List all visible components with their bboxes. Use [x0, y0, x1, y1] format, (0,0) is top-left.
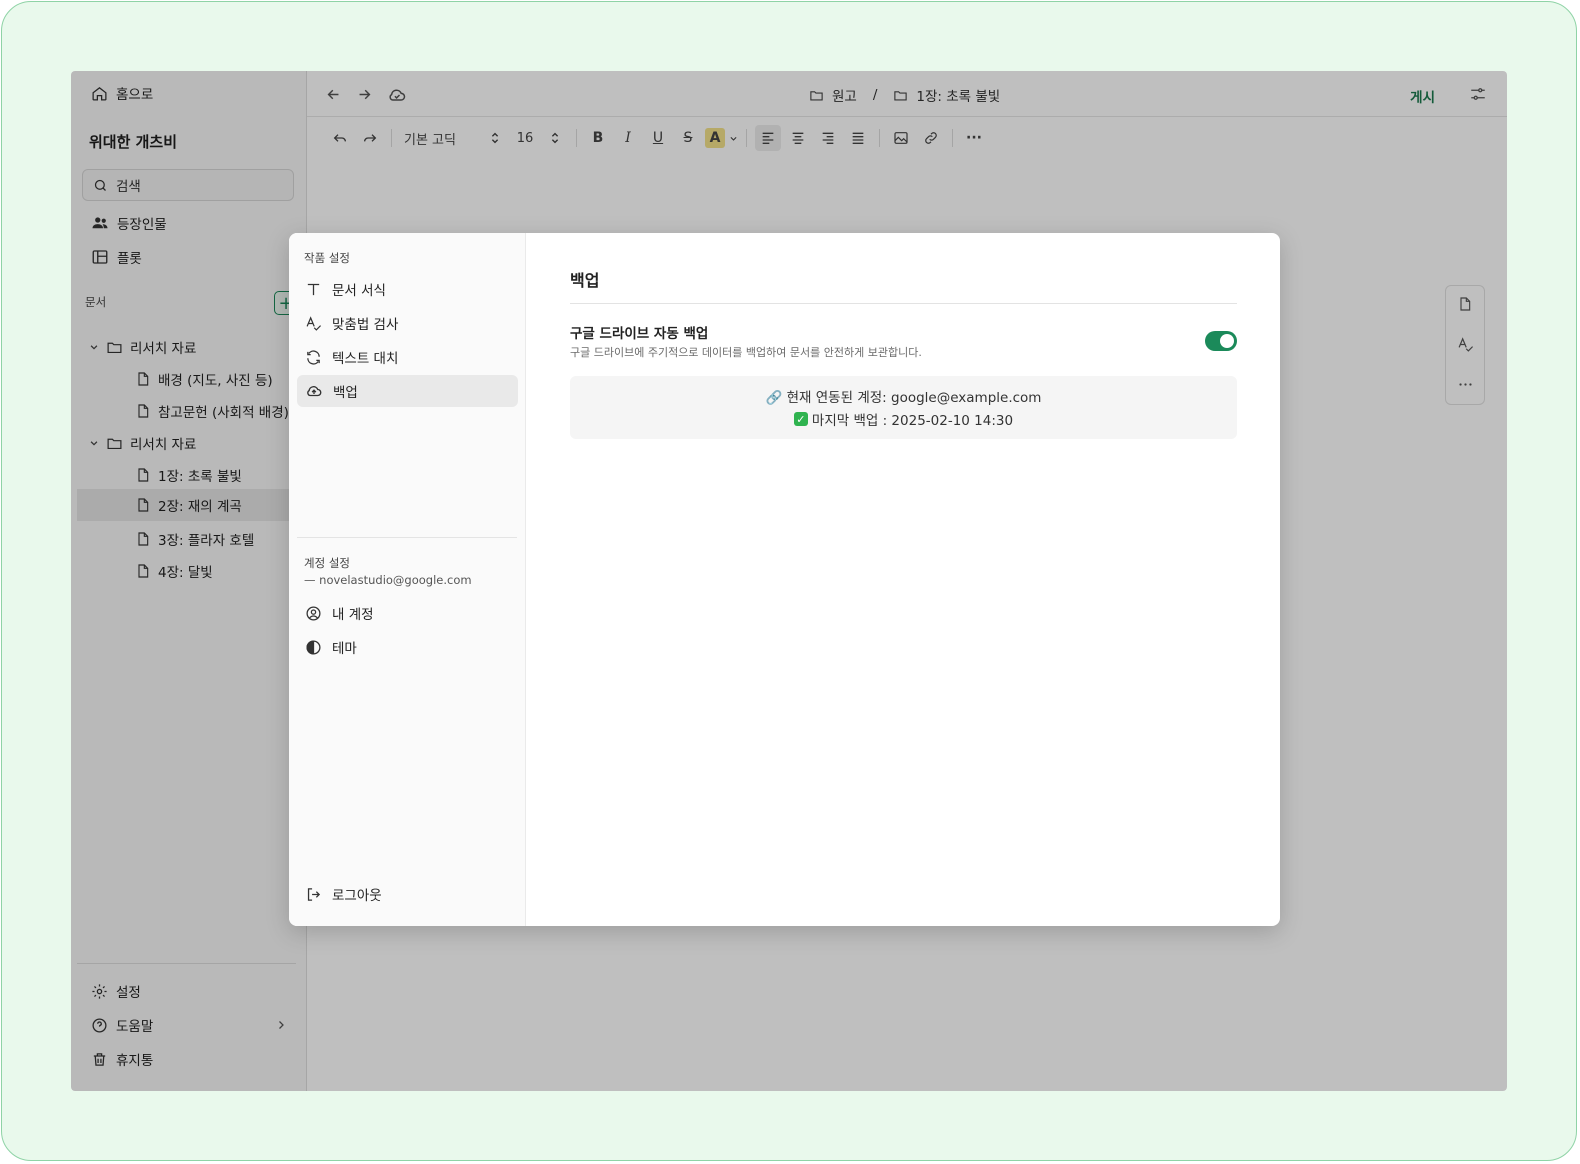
- settings-item-my-account[interactable]: 내 계정: [297, 597, 518, 629]
- settings-item-backup[interactable]: 백업: [297, 375, 518, 407]
- settings-item-label: 맞춤법 검사: [332, 317, 399, 333]
- work-settings-label: 작품 설정: [304, 251, 350, 265]
- linked-account-text: 🔗 현재 연동된 계정: google@example.com: [765, 390, 1042, 406]
- settings-item-spellcheck[interactable]: 맞춤법 검사: [297, 307, 518, 339]
- settings-content: 백업 구글 드라이브 자동 백업 구글 드라이브에 주기적으로 데이터를 백업하…: [526, 233, 1280, 926]
- check-icon: ✓: [793, 412, 808, 426]
- logout-button[interactable]: 로그아웃: [297, 878, 518, 910]
- logout-icon: [305, 886, 322, 903]
- settings-modal: 작품 설정 문서 서식 맞춤법 검사 텍스트 대치 백업 계정 설정 — nov…: [289, 233, 1280, 926]
- auto-backup-toggle[interactable]: [1205, 331, 1237, 351]
- settings-nav: 작품 설정 문서 서식 맞춤법 검사 텍스트 대치 백업 계정 설정 — nov…: [289, 233, 526, 926]
- settings-nav-divider: [297, 537, 517, 538]
- linked-account-line: 🔗 현재 연동된 계정: google@example.com: [766, 386, 1042, 406]
- settings-item-theme[interactable]: 테마: [297, 631, 518, 663]
- option-title: 구글 드라이브 자동 백업: [570, 326, 709, 342]
- option-description: 구글 드라이브에 주기적으로 데이터를 백업하여 문서를 안전하게 보관합니다.: [570, 346, 922, 359]
- refresh-icon: [305, 349, 322, 366]
- cloud-upload-icon: [305, 382, 323, 400]
- account-email: — novelastudio@google.com: [304, 573, 472, 587]
- last-backup-line: ✓ 마지막 백업 : 2025-02-10 14:30: [793, 409, 1014, 429]
- account-settings-label: 계정 설정: [304, 556, 350, 570]
- toggle-knob: [1220, 334, 1234, 348]
- settings-item-text-replace[interactable]: 텍스트 대치: [297, 341, 518, 373]
- settings-section-title: 백업: [570, 271, 600, 290]
- section-divider: [570, 303, 1237, 304]
- last-backup-text: 마지막 백업 : 2025-02-10 14:30: [811, 413, 1014, 429]
- theme-icon: [305, 639, 322, 656]
- settings-item-label: 문서 서식: [332, 283, 386, 299]
- backup-info-box: 🔗 현재 연동된 계정: google@example.com ✓ 마지막 백업…: [570, 376, 1237, 439]
- logout-label: 로그아웃: [332, 888, 382, 904]
- settings-item-label: 테마: [332, 641, 357, 657]
- text-icon: [305, 281, 322, 298]
- settings-item-document-format[interactable]: 문서 서식: [297, 273, 518, 305]
- user-circle-icon: [305, 605, 322, 622]
- settings-item-label: 백업: [333, 385, 358, 401]
- settings-item-label: 텍스트 대치: [332, 351, 399, 367]
- settings-item-label: 내 계정: [332, 607, 374, 623]
- spellcheck-icon: [305, 315, 322, 332]
